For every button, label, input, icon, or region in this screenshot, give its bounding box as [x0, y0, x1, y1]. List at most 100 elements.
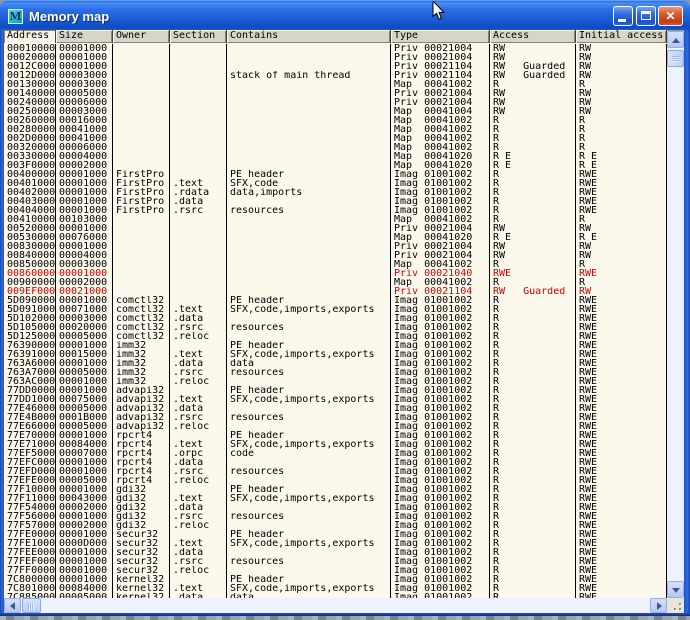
cell-contains — [227, 422, 391, 431]
table-row[interactable]: 77F5600000001000gdi32.rsrcresourcesImag … — [4, 512, 667, 521]
scroll-up-icon — [672, 38, 680, 43]
table-row[interactable]: 77EFD00000001000rpcrt4.rsrcresourcesImag… — [4, 467, 667, 476]
table-row[interactable]: 77FE000000001000secur32PE headerImag 010… — [4, 530, 667, 539]
table-row[interactable]: 77EF500000007000rpcrt4.orpccodeImag 0100… — [4, 449, 667, 458]
table-row[interactable]: 0040300000001000FirstPro.dataImag 010010… — [4, 197, 667, 206]
cell-section — [170, 296, 227, 305]
scroll-right-button[interactable] — [650, 598, 667, 613]
table-row[interactable]: 0024000000006000Priv 00021004RWRW — [4, 98, 667, 107]
table-row[interactable]: 0032000000006000Map 00041002RR — [4, 143, 667, 152]
table-row[interactable]: 0052000000001000Priv 00021004RWRW — [4, 224, 667, 233]
table-row[interactable]: 0085000000003000Map 00041002RR — [4, 260, 667, 269]
cell-contains: PE header — [227, 386, 391, 395]
horizontal-scrollbar[interactable] — [4, 598, 667, 613]
table-row[interactable]: 0025000000003000Map 00041004RWRW — [4, 107, 667, 116]
table-row[interactable]: 77E7000000001000rpcrt4PE headerImag 0100… — [4, 431, 667, 440]
table-row[interactable]: 77E4600000005000advapi32.dataImag 010010… — [4, 404, 667, 413]
table-row[interactable]: 0040400000001000FirstPro.rsrcresourcesIm… — [4, 206, 667, 215]
cell-initial-access: RWE — [576, 494, 667, 503]
cell-size: 00001000 — [56, 44, 113, 53]
table-row[interactable]: 0040200000001000FirstPro.rdatadata,impor… — [4, 188, 667, 197]
table-row[interactable]: 0083000000001000Priv 00021004RWRW — [4, 242, 667, 251]
table-row[interactable]: 7C80000000001000kernel32PE headerImag 01… — [4, 575, 667, 584]
horizontal-scroll-thumb[interactable] — [22, 598, 41, 613]
column-header-contains[interactable]: Contains — [227, 30, 391, 43]
table-row[interactable]: 77DD000000001000advapi32PE headerImag 01… — [4, 386, 667, 395]
table-row[interactable]: 77EFC00000001000rpcrt4.dataImag 01001002… — [4, 458, 667, 467]
cell-access: R — [490, 413, 576, 422]
table-row[interactable]: 5D09100000071000comctl32.textSFX,code,im… — [4, 305, 667, 314]
table-row[interactable]: 0014000000005000Priv 00021004RWRW — [4, 89, 667, 98]
table-row[interactable]: 77FE10000000D000secur32.textSFX,code,imp… — [4, 539, 667, 548]
scroll-down-button[interactable] — [667, 581, 684, 598]
resize-grip[interactable] — [667, 598, 684, 613]
table-row[interactable]: 0001000000001000Priv 00021004RWRW — [4, 44, 667, 53]
table-row[interactable]: 0041000000103000Map 00041002RR — [4, 215, 667, 224]
table-row[interactable]: 002D000000041000Map 00041002RR — [4, 134, 667, 143]
table-body: 0001000000001000Priv 00021004RWRW0002000… — [4, 43, 667, 598]
table-row[interactable]: 0002000000001000Priv 00021004RWRW — [4, 53, 667, 62]
table-row[interactable]: 77F5400000002000gdi32.dataImag 01001002R… — [4, 503, 667, 512]
cell-access: R — [490, 134, 576, 143]
cell-section — [170, 80, 227, 89]
column-header-initial-access[interactable]: Initial access — [576, 30, 667, 43]
table-row[interactable]: 763A700000005000imm32.rsrcresourcesImag … — [4, 368, 667, 377]
cell-access: RW — [490, 53, 576, 62]
table-row[interactable]: 0033000000004000Map 00041020R ER E — [4, 152, 667, 161]
table-row[interactable]: 5D10200000003000comctl32.dataImag 010010… — [4, 314, 667, 323]
column-header-access[interactable]: Access — [490, 30, 576, 43]
cell-size: 00001000 — [56, 188, 113, 197]
maximize-button[interactable] — [636, 6, 656, 26]
table-row[interactable]: 0012C00000001000Priv 00021104RW GuardedR… — [4, 62, 667, 71]
table-row[interactable]: 763AC00000001000imm32.relocImag 01001002… — [4, 377, 667, 386]
table-row[interactable]: 003F000000002000Map 00041020R ER E — [4, 161, 667, 170]
close-button[interactable]: ✕ — [658, 6, 683, 26]
table-row[interactable]: 7639100000015000imm32.textSFX,code,impor… — [4, 350, 667, 359]
table-row[interactable]: 0040000000001000FirstProPE headerImag 01… — [4, 170, 667, 179]
cell-type: Map 00041004 — [391, 107, 490, 116]
column-header-address[interactable]: Address — [4, 30, 56, 43]
cell-section: .reloc — [170, 476, 227, 485]
table-row[interactable]: 5D09000000001000comctl32PE headerImag 01… — [4, 296, 667, 305]
table-row[interactable]: 7C80100000084000kernel32.textSFX,code,im… — [4, 584, 667, 593]
cell-owner: gdi32 — [113, 494, 170, 503]
table-row[interactable]: 0040100000001000FirstPro.textSFX,codeIma… — [4, 179, 667, 188]
minimize-button[interactable] — [613, 6, 633, 26]
cell-contains — [227, 152, 391, 161]
table-row[interactable]: 77E7100000084000rpcrt4.textSFX,code,impo… — [4, 440, 667, 449]
table-row[interactable]: 77DD100000075000advapi32.textSFX,code,im… — [4, 395, 667, 404]
cell-size: 00003000 — [56, 107, 113, 116]
table-row[interactable]: 0012D00000003000stack of main threadPriv… — [4, 71, 667, 80]
table-row[interactable]: 0053000000076000Map 00041020R ER E — [4, 233, 667, 242]
table-row[interactable]: 763A600000001000imm32.datadataImag 01001… — [4, 359, 667, 368]
column-header-owner[interactable]: Owner — [113, 30, 170, 43]
table-row[interactable]: 77E6600000005000advapi32.relocImag 01001… — [4, 422, 667, 431]
column-header-size[interactable]: Size — [56, 30, 113, 43]
table-row[interactable]: 0026000000016000Map 00041002RR — [4, 116, 667, 125]
table-row[interactable]: 77EFE00000005000rpcrt4.relocImag 0100100… — [4, 476, 667, 485]
table-row[interactable]: 5D10500000020000comctl32.rsrcresourcesIm… — [4, 323, 667, 332]
table-row[interactable]: 5D12500000005000comctl32.relocImag 01001… — [4, 332, 667, 341]
cell-type: Imag 01001002 — [391, 503, 490, 512]
table-row[interactable]: 77FEE00000001000secur32.dataImag 0100100… — [4, 548, 667, 557]
table-row[interactable]: 77FF000000001000secur32.relocImag 010010… — [4, 566, 667, 575]
table-row[interactable]: 77E4B0000001B000advapi32.rsrcresourcesIm… — [4, 413, 667, 422]
scroll-up-button[interactable] — [667, 31, 684, 48]
table-row[interactable]: 77F1100000043000gdi32.textSFX,code,impor… — [4, 494, 667, 503]
scroll-left-button[interactable] — [4, 598, 21, 613]
table-row[interactable]: 0084000000004000Priv 00021004RWRW — [4, 251, 667, 260]
vertical-scrollbar[interactable] — [667, 31, 684, 598]
column-header-type[interactable]: Type — [391, 30, 490, 43]
table-row[interactable]: 77FEF00000001000secur32.rsrcresourcesIma… — [4, 557, 667, 566]
table-row[interactable]: 0090000000002000Map 00041002RR — [4, 278, 667, 287]
table-row[interactable]: 0013000000003000Map 00041002RR — [4, 80, 667, 89]
table-row[interactable]: 0028000000041000Map 00041002RR — [4, 125, 667, 134]
column-header-section[interactable]: Section — [170, 30, 227, 43]
titlebar[interactable]: M Memory map ✕ — [0, 0, 690, 30]
vertical-scroll-thumb[interactable] — [667, 50, 684, 67]
table-row[interactable]: 7639000000001000imm32PE headerImag 01001… — [4, 341, 667, 350]
table-row[interactable]: 77F1000000001000gdi32PE headerImag 01001… — [4, 485, 667, 494]
table-row[interactable]: 0086000000001000Priv 00021040RWERWE — [4, 269, 667, 278]
table-row[interactable]: 009EF00000021000Priv 00021104RW GuardedR… — [4, 287, 667, 296]
table-row[interactable]: 77F5700000002000gdi32.relocImag 01001002… — [4, 521, 667, 530]
